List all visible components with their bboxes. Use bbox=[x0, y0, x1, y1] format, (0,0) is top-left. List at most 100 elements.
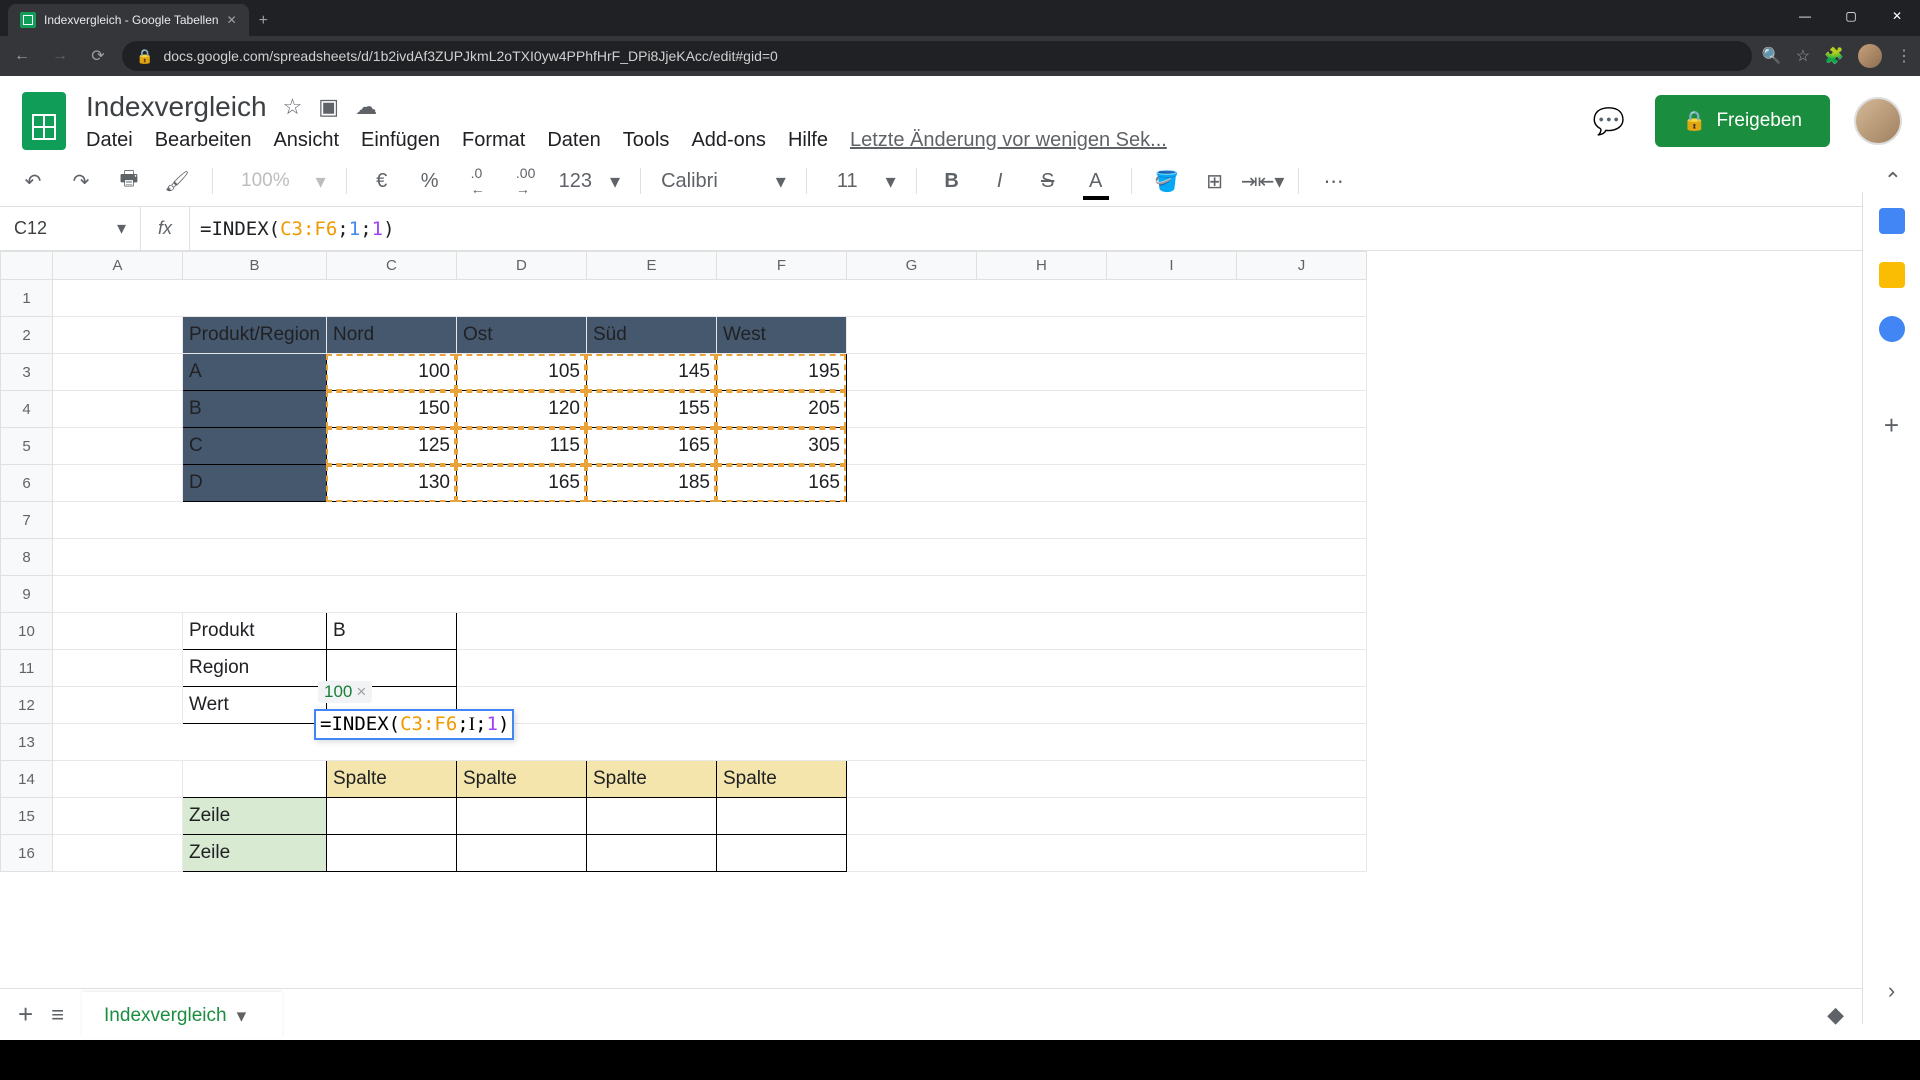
maximize-window-icon[interactable]: ▢ bbox=[1828, 0, 1874, 32]
move-icon[interactable]: ▣ bbox=[318, 94, 339, 120]
row-header[interactable]: 11 bbox=[1, 650, 53, 687]
borders-button[interactable]: ⊞ bbox=[1200, 166, 1230, 196]
row-header[interactable]: 9 bbox=[1, 576, 53, 613]
column-label[interactable]: Spalte bbox=[456, 761, 586, 798]
zoom-dropdown[interactable]: 100% bbox=[233, 170, 298, 192]
column-label[interactable]: Spalte bbox=[716, 761, 846, 798]
table-header[interactable]: Ost bbox=[456, 317, 586, 354]
row-header[interactable]: 14 bbox=[1, 761, 53, 798]
star-icon[interactable]: ☆ bbox=[283, 94, 303, 120]
number-format-dropdown[interactable]: 123 bbox=[559, 170, 592, 193]
data-cell[interactable]: 125 bbox=[326, 428, 456, 465]
kebab-menu-icon[interactable]: ⋮ bbox=[1896, 46, 1912, 66]
italic-button[interactable]: I bbox=[985, 166, 1015, 196]
lookup-label[interactable]: Wert bbox=[183, 687, 327, 724]
name-box[interactable]: C12▾ bbox=[0, 218, 140, 239]
bookmark-icon[interactable]: ☆ bbox=[1796, 46, 1810, 66]
address-bar[interactable]: 🔒 docs.google.com/spreadsheets/d/1b2ivdA… bbox=[122, 41, 1752, 71]
cloud-status-icon[interactable]: ☁ bbox=[355, 94, 377, 120]
data-cell[interactable]: 205 bbox=[716, 391, 846, 428]
percent-button[interactable]: % bbox=[415, 166, 445, 196]
strikethrough-button[interactable]: S bbox=[1033, 166, 1063, 196]
formula-result-hint[interactable]: 100 × bbox=[318, 681, 372, 703]
menu-bearbeiten[interactable]: Bearbeiten bbox=[155, 129, 252, 152]
add-sheet-button[interactable]: + bbox=[18, 999, 33, 1030]
data-cell[interactable]: 195 bbox=[716, 354, 846, 391]
close-window-icon[interactable]: ✕ bbox=[1874, 0, 1920, 32]
increase-decimal-button[interactable]: .00→ bbox=[511, 166, 541, 196]
close-hint-icon[interactable]: × bbox=[356, 682, 366, 702]
row-header[interactable]: 3 bbox=[1, 354, 53, 391]
menu-format[interactable]: Format bbox=[462, 129, 525, 152]
minimize-window-icon[interactable]: — bbox=[1782, 0, 1828, 32]
column-label[interactable]: Spalte bbox=[326, 761, 456, 798]
data-cell[interactable]: 165 bbox=[456, 465, 586, 502]
data-cell[interactable]: 120 bbox=[456, 391, 586, 428]
table-row-label[interactable]: B bbox=[183, 391, 327, 428]
fill-color-button[interactable]: 🪣 bbox=[1152, 166, 1182, 196]
paint-format-button[interactable]: 🖌 bbox=[162, 166, 192, 196]
lookup-label[interactable]: Produkt bbox=[183, 613, 327, 650]
row-header[interactable]: 1 bbox=[1, 280, 53, 317]
row-header[interactable]: 4 bbox=[1, 391, 53, 428]
column-label[interactable]: Spalte bbox=[586, 761, 716, 798]
table-header[interactable]: West bbox=[716, 317, 846, 354]
select-all-corner[interactable] bbox=[1, 252, 53, 280]
undo-button[interactable]: ↶ bbox=[18, 166, 48, 196]
data-cell[interactable]: 105 bbox=[456, 354, 586, 391]
data-cell[interactable]: 130 bbox=[326, 465, 456, 502]
data-cell[interactable]: 305 bbox=[716, 428, 846, 465]
tasks-icon[interactable] bbox=[1879, 316, 1905, 342]
spreadsheet-grid[interactable]: A B C D E F G H I J 1 2 Produkt/Region N… bbox=[0, 251, 1367, 872]
comments-button[interactable]: 💬 bbox=[1587, 99, 1631, 143]
row-header[interactable]: 15 bbox=[1, 798, 53, 835]
zoom-page-icon[interactable]: 🔍 bbox=[1762, 46, 1782, 66]
keep-icon[interactable] bbox=[1879, 262, 1905, 288]
sheet-tab-menu-icon[interactable]: ▾ bbox=[237, 1005, 247, 1028]
table-row-label[interactable]: C bbox=[183, 428, 327, 465]
column-header[interactable]: A bbox=[53, 252, 183, 280]
row-header[interactable]: 8 bbox=[1, 539, 53, 576]
browser-tab[interactable]: Indexvergleich - Google Tabellen ✕ bbox=[8, 4, 249, 36]
row-header[interactable]: 10 bbox=[1, 613, 53, 650]
data-cell[interactable]: 185 bbox=[586, 465, 716, 502]
row-header[interactable]: 2 bbox=[1, 317, 53, 354]
profile-avatar-icon[interactable] bbox=[1858, 44, 1882, 68]
row-header[interactable]: 7 bbox=[1, 502, 53, 539]
document-title[interactable]: Indexvergleich bbox=[86, 91, 267, 123]
row-header[interactable]: 6 bbox=[1, 465, 53, 502]
table-header[interactable]: Nord bbox=[326, 317, 456, 354]
more-tools-button[interactable]: ⋯ bbox=[1319, 166, 1349, 196]
merge-cells-button[interactable]: ⇥⇤▾ bbox=[1248, 166, 1278, 196]
last-edit-link[interactable]: Letzte Änderung vor wenigen Sek... bbox=[850, 129, 1167, 152]
reload-button[interactable]: ⟳ bbox=[84, 42, 112, 70]
column-header[interactable]: C bbox=[326, 252, 456, 280]
menu-datei[interactable]: Datei bbox=[86, 129, 133, 152]
row-label[interactable]: Zeile bbox=[183, 835, 327, 872]
menu-hilfe[interactable]: Hilfe bbox=[788, 129, 828, 152]
menu-tools[interactable]: Tools bbox=[623, 129, 670, 152]
close-tab-icon[interactable]: ✕ bbox=[227, 13, 237, 27]
menu-daten[interactable]: Daten bbox=[547, 129, 600, 152]
row-label[interactable]: Zeile bbox=[183, 798, 327, 835]
table-row-label[interactable]: D bbox=[183, 465, 327, 502]
explore-button[interactable]: ◆ bbox=[1827, 1002, 1844, 1028]
table-row-label[interactable]: A bbox=[183, 354, 327, 391]
data-cell[interactable]: 165 bbox=[716, 465, 846, 502]
back-button[interactable]: ← bbox=[8, 42, 36, 70]
redo-button[interactable]: ↷ bbox=[66, 166, 96, 196]
lookup-label[interactable]: Region bbox=[183, 650, 327, 687]
table-header[interactable]: Produkt/Region bbox=[183, 317, 327, 354]
calendar-icon[interactable] bbox=[1879, 208, 1905, 234]
column-header[interactable]: E bbox=[586, 252, 716, 280]
account-avatar[interactable] bbox=[1854, 97, 1902, 145]
formula-input[interactable]: =INDEX(C3:F6;1;1) bbox=[190, 218, 1920, 240]
data-cell[interactable]: 100 bbox=[326, 354, 456, 391]
all-sheets-button[interactable]: ≡ bbox=[51, 1002, 64, 1028]
data-cell[interactable]: 115 bbox=[456, 428, 586, 465]
cell-formula-editor[interactable]: =INDEX(C3:F6;I;1) bbox=[314, 709, 514, 740]
column-header[interactable]: F bbox=[716, 252, 846, 280]
new-tab-button[interactable]: + bbox=[249, 6, 278, 36]
sheets-home-button[interactable] bbox=[18, 86, 70, 156]
column-header[interactable]: D bbox=[456, 252, 586, 280]
